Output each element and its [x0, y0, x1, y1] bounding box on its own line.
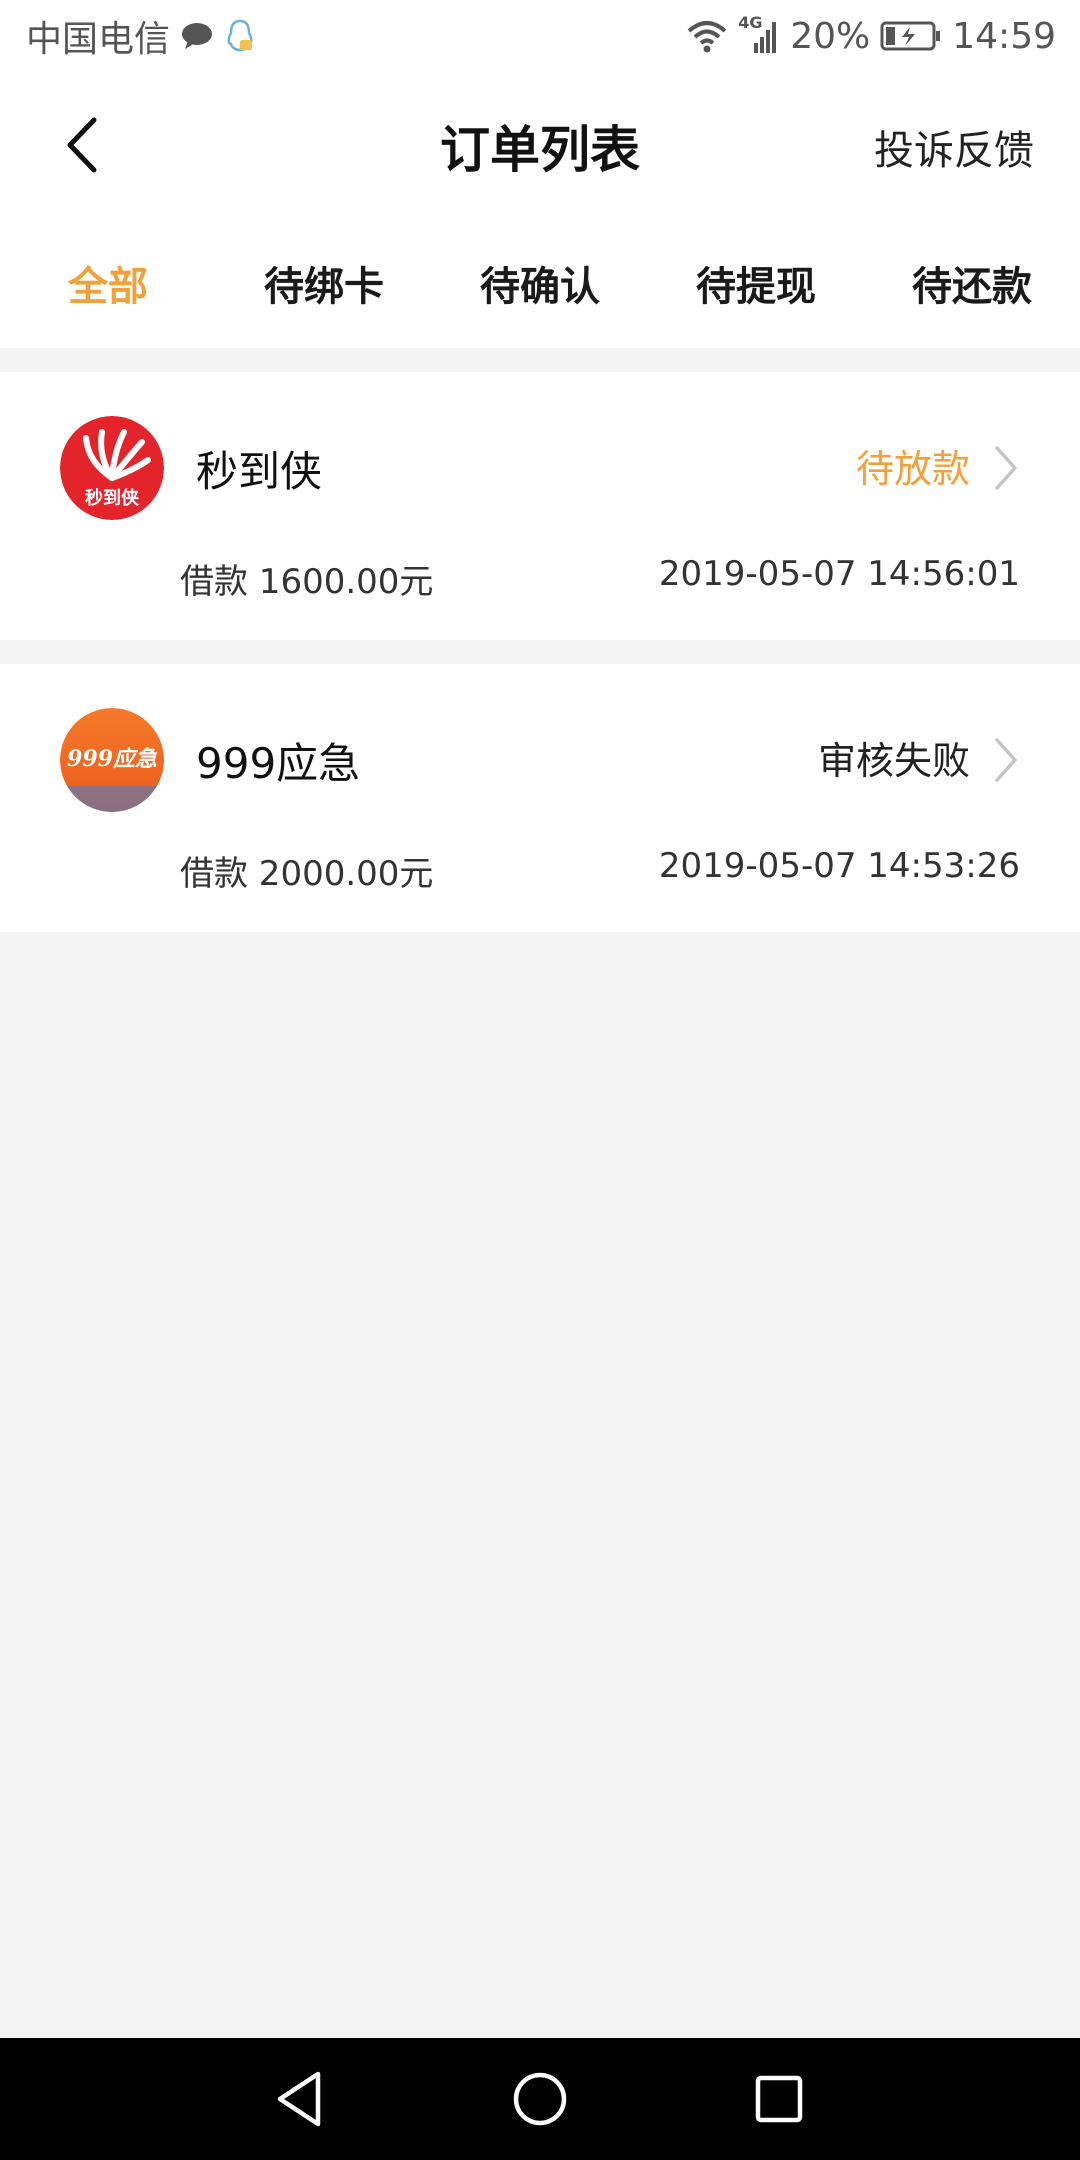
status-left: 中国电信 — [26, 10, 256, 62]
wifi-icon — [686, 19, 728, 53]
signal-icon: 4G — [738, 13, 780, 53]
home-circle-icon — [513, 2072, 567, 2126]
system-nav-bar — [0, 2038, 1080, 2160]
chevron-right-icon — [995, 738, 1017, 782]
nav-back-button[interactable] — [266, 2066, 332, 2132]
order-card[interactable]: 秒到侠 秒到侠 待放款 借款 1600.00元 2019-05-07 14:56… — [0, 372, 1080, 640]
chevron-left-icon — [67, 117, 97, 173]
recents-square-icon — [755, 2075, 803, 2123]
order-status-tabs: 全部 待绑卡 待确认 待提现 待还款 — [0, 222, 1080, 348]
clock: 14:59 — [952, 15, 1056, 57]
logo-text: 999应急 — [67, 746, 157, 772]
loan-amount: 借款 1600.00元 — [180, 562, 434, 602]
loan-amount: 借款 2000.00元 — [180, 854, 434, 894]
logo-text: 秒到侠 — [85, 487, 140, 509]
tab-pending-withdraw[interactable]: 待提现 — [676, 254, 836, 312]
lender-logo: 秒到侠 — [60, 416, 164, 520]
qq-icon — [224, 18, 256, 54]
chat-bubble-icon — [180, 21, 214, 51]
order-status: 待放款 — [855, 447, 970, 491]
battery-charging-icon — [880, 20, 942, 52]
network-type: 4G — [738, 13, 763, 32]
tab-pending-confirm[interactable]: 待确认 — [460, 254, 620, 312]
carrier-label: 中国电信 — [26, 19, 171, 60]
order-card[interactable]: 999应急 999应急 审核失败 借款 2000.00元 2019-05-07 … — [0, 664, 1080, 932]
chevron-right-icon — [995, 446, 1017, 490]
lender-name: 999应急 — [196, 739, 361, 788]
status-bar: 中国电信 4G 20% 14:59 — [0, 0, 1080, 72]
order-status: 审核失败 — [817, 739, 970, 783]
status-right: 4G 20% 14:59 — [676, 13, 1056, 57]
tab-pending-card-binding[interactable]: 待绑卡 — [244, 254, 404, 312]
lender-logo: 999应急 — [60, 708, 164, 812]
back-triangle-icon — [277, 2071, 321, 2127]
nav-recents-button[interactable] — [746, 2066, 812, 2132]
order-time: 2019-05-07 14:56:01 — [658, 554, 1020, 594]
tab-all[interactable]: 全部 — [28, 254, 188, 312]
nav-home-button[interactable] — [507, 2066, 573, 2132]
lender-name: 秒到侠 — [196, 447, 323, 496]
complaint-feedback-button[interactable]: 投诉反馈 — [874, 118, 1034, 176]
back-button[interactable] — [56, 110, 116, 180]
tab-pending-repayment[interactable]: 待还款 — [892, 254, 1052, 312]
app-header: 订单列表 投诉反馈 — [0, 72, 1080, 222]
order-time: 2019-05-07 14:53:26 — [658, 846, 1020, 886]
battery-percent: 20% — [790, 15, 871, 57]
